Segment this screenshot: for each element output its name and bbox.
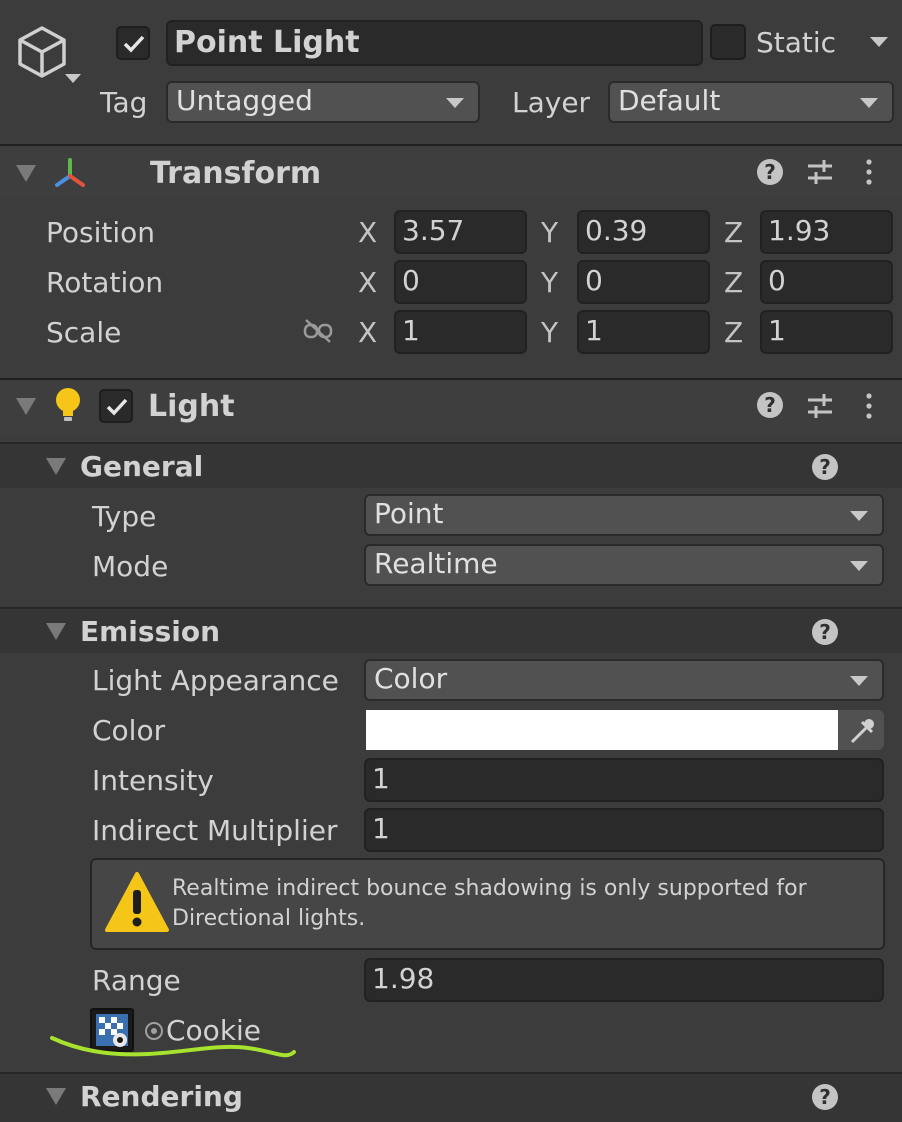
emission-title: Emission <box>80 615 220 648</box>
tag-dropdown[interactable]: Untagged <box>166 81 480 123</box>
layer-value: Default <box>618 84 721 117</box>
chevron-down-icon <box>850 676 868 686</box>
icon-dropdown-arrow-icon[interactable] <box>65 74 81 83</box>
warning-icon <box>104 870 170 936</box>
position-z-field[interactable]: 1.93 <box>760 210 893 254</box>
light-appearance-label: Light Appearance <box>92 664 339 697</box>
light-enabled-checkbox[interactable] <box>99 389 133 423</box>
tag-value: Untagged <box>176 84 313 117</box>
rotation-x-field[interactable]: 0 <box>394 260 527 304</box>
chevron-down-icon <box>850 511 868 521</box>
more-options-icon[interactable] <box>864 158 874 186</box>
type-value: Point <box>374 497 444 530</box>
rotation-z-field[interactable]: 0 <box>760 260 893 304</box>
static-dropdown-arrow-icon[interactable] <box>870 37 888 47</box>
rotation-y-axis-label[interactable]: Y <box>541 266 558 299</box>
general-foldout-icon[interactable] <box>46 458 66 475</box>
layer-label: Layer <box>512 86 591 119</box>
rotation-label: Rotation <box>46 266 164 299</box>
help-icon[interactable]: ? <box>812 454 838 480</box>
checkmark-icon <box>106 398 128 416</box>
lightbulb-icon <box>54 387 82 423</box>
rendering-title: Rendering <box>80 1080 243 1113</box>
position-z-axis-label[interactable]: Z <box>724 216 743 249</box>
emission-foldout-icon[interactable] <box>46 623 66 640</box>
object-name-field[interactable]: Point Light <box>166 20 703 66</box>
light-foldout-icon[interactable] <box>16 398 36 415</box>
mode-dropdown[interactable]: Realtime <box>364 544 884 586</box>
chevron-down-icon <box>850 561 868 571</box>
transform-foldout-icon[interactable] <box>16 165 36 182</box>
intensity-field[interactable]: 1 <box>364 758 884 802</box>
rotation-z-axis-label[interactable]: Z <box>724 266 743 299</box>
light-appearance-value: Color <box>374 662 448 695</box>
warning-box: Realtime indirect bounce shadowing is on… <box>90 858 885 950</box>
layer-dropdown[interactable]: Default <box>608 81 894 123</box>
mode-label: Mode <box>92 550 169 583</box>
annotation-underline <box>50 1036 296 1058</box>
chevron-down-icon <box>446 98 464 108</box>
type-dropdown[interactable]: Point <box>364 494 884 536</box>
scale-y-axis-label[interactable]: Y <box>541 316 558 349</box>
scale-z-field[interactable]: 1 <box>760 310 893 354</box>
general-title: General <box>80 450 204 483</box>
static-checkbox[interactable] <box>710 24 746 60</box>
position-x-field[interactable]: 3.57 <box>394 210 527 254</box>
position-x-axis-label[interactable]: X <box>358 216 377 249</box>
eyedropper-icon <box>850 719 874 744</box>
rendering-foldout-icon[interactable] <box>46 1088 66 1105</box>
transform-axes-icon <box>52 156 88 190</box>
presets-icon[interactable] <box>806 158 834 186</box>
indirect-multiplier-label: Indirect Multiplier <box>92 814 338 847</box>
help-icon[interactable]: ? <box>757 159 783 185</box>
scale-x-axis-label[interactable]: X <box>358 316 377 349</box>
eyedropper-button[interactable] <box>838 710 884 750</box>
tag-label: Tag <box>100 86 148 119</box>
indirect-multiplier-field[interactable]: 1 <box>364 808 884 852</box>
rotation-x-axis-label[interactable]: X <box>358 266 377 299</box>
position-y-axis-label[interactable]: Y <box>541 216 558 249</box>
scale-label: Scale <box>46 316 122 349</box>
help-icon[interactable]: ? <box>812 619 838 645</box>
color-label: Color <box>92 714 166 747</box>
transform-title: Transform <box>150 156 322 191</box>
scale-y-field[interactable]: 1 <box>577 310 710 354</box>
gameobject-cube-icon[interactable] <box>14 22 72 86</box>
range-field[interactable]: 1.98 <box>364 958 884 1002</box>
presets-icon[interactable] <box>806 392 834 420</box>
color-swatch[interactable] <box>366 710 838 750</box>
position-label: Position <box>46 216 156 249</box>
rotation-y-field[interactable]: 0 <box>577 260 710 304</box>
light-appearance-dropdown[interactable]: Color <box>364 659 884 701</box>
range-label: Range <box>92 964 181 997</box>
active-checkbox[interactable] <box>116 26 150 60</box>
more-options-icon[interactable] <box>864 392 874 420</box>
chevron-down-icon <box>860 98 878 108</box>
constrain-proportions-icon[interactable] <box>302 318 334 344</box>
help-icon[interactable]: ? <box>757 392 783 418</box>
type-label: Type <box>92 500 157 533</box>
light-title: Light <box>148 389 235 424</box>
intensity-label: Intensity <box>92 764 214 797</box>
static-label: Static <box>756 26 837 59</box>
help-icon[interactable]: ? <box>812 1084 838 1110</box>
mode-value: Realtime <box>374 547 498 580</box>
scale-z-axis-label[interactable]: Z <box>724 316 743 349</box>
position-y-field[interactable]: 0.39 <box>577 210 710 254</box>
checkmark-icon <box>123 35 145 53</box>
warning-text: Realtime indirect bounce shadowing is on… <box>172 876 807 931</box>
scale-x-field[interactable]: 1 <box>394 310 527 354</box>
